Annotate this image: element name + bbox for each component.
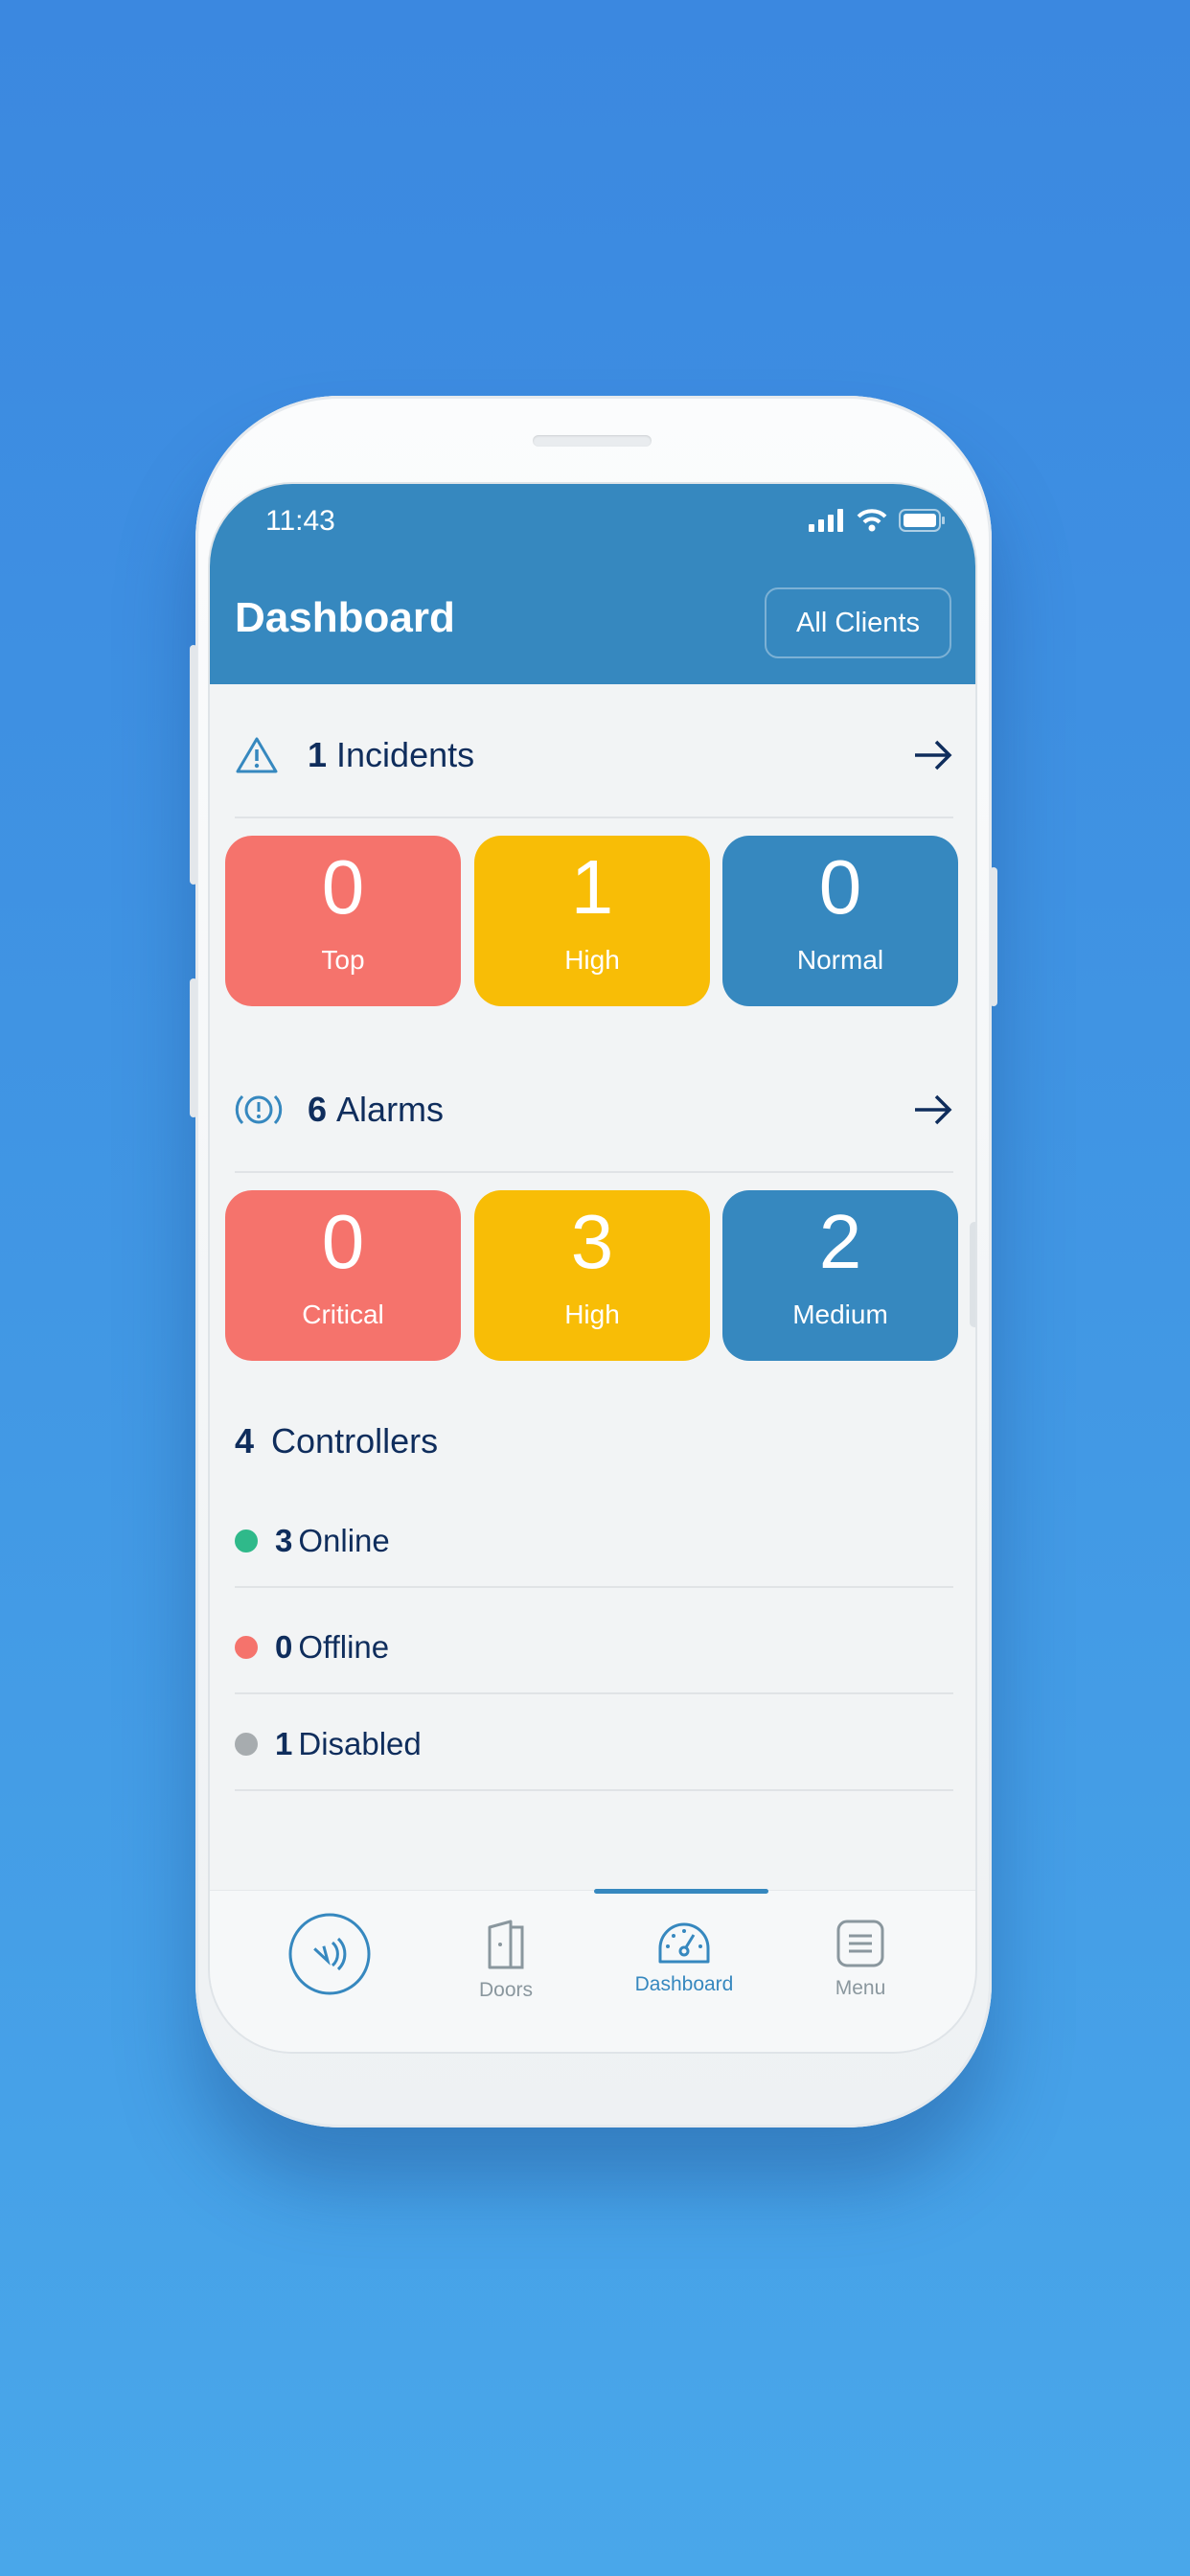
- controller-online-row[interactable]: 3 Online: [235, 1523, 390, 1559]
- card-label: High: [564, 1300, 620, 1329]
- count: 0: [275, 1629, 293, 1665]
- alarm-card-high[interactable]: 3 High: [474, 1190, 710, 1361]
- incident-card-high[interactable]: 1 High: [474, 836, 710, 1006]
- controllers-count: 4: [235, 1421, 255, 1460]
- tab-menu[interactable]: Menu: [784, 1920, 937, 2000]
- alarm-card-critical[interactable]: 0 Critical: [225, 1190, 461, 1361]
- alarm-icon: [235, 1094, 283, 1125]
- side-button: [990, 867, 997, 1006]
- controllers-label: Controllers: [271, 1421, 439, 1460]
- side-button: [190, 645, 197, 885]
- controller-disabled-row[interactable]: 1 Disabled: [235, 1726, 422, 1762]
- alarm-card-medium[interactable]: 2 Medium: [722, 1190, 958, 1361]
- bottom-nav: Doors Dashboard Menu: [210, 1889, 975, 2052]
- card-value: 0: [321, 844, 365, 930]
- card-label: Top: [321, 945, 365, 975]
- card-value: 2: [818, 1199, 862, 1284]
- speaker: [533, 435, 652, 447]
- header: 11:43 Dashboard All Clients: [210, 484, 975, 684]
- next-card-peek: [970, 1222, 975, 1327]
- controllers-heading: 4 Controllers: [235, 1421, 438, 1461]
- alarms-row[interactable]: 6 Alarms: [235, 1086, 953, 1134]
- label: Online: [298, 1523, 390, 1558]
- status-time: 11:43: [265, 505, 335, 537]
- signal-icon: [809, 509, 843, 532]
- tab-label: Menu: [835, 1977, 886, 1999]
- card-label: Normal: [796, 945, 884, 975]
- gauge-icon: [658, 1922, 710, 1964]
- controller-offline-row[interactable]: 0 Offline: [235, 1629, 389, 1666]
- tab-label: Dashboard: [634, 1973, 734, 1995]
- incident-card-top[interactable]: 0 Top: [225, 836, 461, 1006]
- divider: [235, 1789, 953, 1791]
- tab-dashboard[interactable]: Dashboard: [607, 1920, 761, 1996]
- divider: [235, 1171, 953, 1173]
- tab-label: Doors: [478, 1979, 534, 2001]
- phone-frame: 11:43 Dashboard All Clients 1 Incidents …: [190, 396, 997, 2128]
- card-label: Critical: [302, 1300, 384, 1329]
- card-label: High: [564, 945, 620, 975]
- tab-doors[interactable]: Doors: [429, 1920, 583, 2002]
- side-button: [190, 978, 197, 1117]
- label: Offline: [298, 1629, 390, 1665]
- arrow-right-icon[interactable]: [913, 739, 953, 771]
- status-dot: [235, 1733, 258, 1756]
- status-icons: [809, 509, 947, 532]
- warning-icon: [236, 737, 278, 773]
- count: 1: [275, 1726, 293, 1761]
- label: Disabled: [298, 1726, 422, 1761]
- card-value: 3: [570, 1199, 614, 1284]
- status-dot: [235, 1530, 258, 1552]
- status-dot: [235, 1636, 258, 1659]
- nfc-button-icon[interactable]: [287, 1912, 372, 1996]
- battery-icon: [899, 509, 945, 532]
- incidents-row[interactable]: 1 Incidents: [235, 731, 953, 779]
- divider: [235, 816, 953, 818]
- active-tab-indicator: [594, 1889, 768, 1894]
- incident-card-normal[interactable]: 0 Normal: [722, 836, 958, 1006]
- alarms-count: 6: [308, 1090, 328, 1129]
- card-value: 1: [570, 844, 614, 930]
- door-icon: [488, 1920, 524, 1969]
- incidents-count: 1: [308, 735, 328, 774]
- card-label: Medium: [792, 1300, 888, 1329]
- arrow-right-icon[interactable]: [913, 1093, 953, 1126]
- count: 3: [275, 1523, 293, 1558]
- wifi-icon: [857, 509, 887, 532]
- page-title: Dashboard: [235, 594, 455, 641]
- divider: [235, 1586, 953, 1588]
- divider: [235, 1692, 953, 1694]
- menu-icon: [836, 1920, 884, 1967]
- incidents-label: Incidents: [336, 735, 475, 774]
- screen: 11:43 Dashboard All Clients 1 Incidents …: [210, 484, 975, 2052]
- all-clients-button[interactable]: All Clients: [765, 587, 951, 658]
- card-value: 0: [321, 1199, 365, 1284]
- alarms-label: Alarms: [336, 1090, 445, 1129]
- card-value: 0: [818, 844, 862, 930]
